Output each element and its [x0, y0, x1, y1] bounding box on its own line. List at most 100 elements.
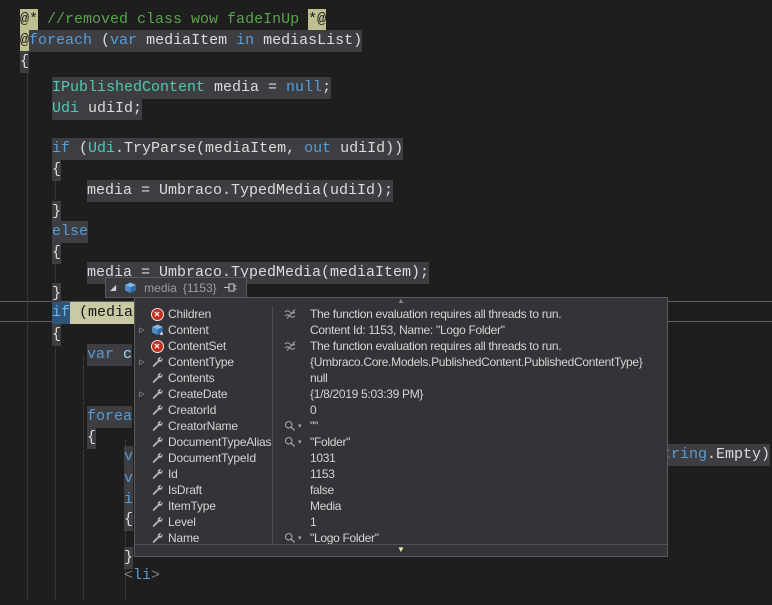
property-name: ContentSet	[165, 339, 226, 353]
code-line[interactable]: if (Udi.TryParse(mediaItem, out udiId))	[52, 138, 403, 159]
code-line[interactable]: media = Umbraco.TypedMedia(udiId);	[87, 180, 393, 201]
code-segment: v	[124, 468, 133, 490]
code-line[interactable]: {	[52, 324, 61, 345]
code-line[interactable]: {	[124, 509, 133, 530]
property-icon-slot	[149, 388, 165, 401]
property-value: 1031	[310, 451, 336, 465]
property-icon-slot	[149, 532, 165, 545]
property-wrench-icon	[151, 388, 164, 401]
code-line[interactable]: }	[52, 201, 61, 222]
value-icon-slot[interactable]: ▾	[284, 532, 310, 544]
magnifier-icon: ▾	[284, 436, 302, 448]
code-segment: in	[236, 30, 254, 52]
datatip-row[interactable]: ✕ChildrenThe function evaluation require…	[135, 306, 667, 322]
property-wrench-icon	[151, 516, 164, 529]
code-line[interactable]: v	[124, 446, 133, 467]
property-value: false	[310, 483, 334, 497]
code-line[interactable]: @* //removed class wow fadeInUp *@	[20, 9, 326, 30]
datatip-row[interactable]: DocumentTypeAlias▾"Folder"	[135, 434, 667, 450]
expand-arrow-icon[interactable]: ▷	[135, 390, 149, 398]
property-name-cell: DocumentTypeAlias	[135, 435, 272, 449]
property-name: DocumentTypeAlias	[165, 435, 271, 449]
value-icon-slot[interactable]: ▾	[284, 420, 310, 432]
code-line[interactable]: {	[52, 159, 61, 180]
datatip-row[interactable]: IsDraft false	[135, 482, 667, 498]
error-icon: ✕	[151, 340, 164, 353]
datatip-popup[interactable]: ▲ ✕ChildrenThe function evaluation requi…	[134, 297, 668, 557]
code-line[interactable]: @foreach (var mediaItem in mediasList)	[20, 30, 362, 51]
code-segment: {	[20, 51, 29, 73]
datatip-row[interactable]: ▷ CreateDate {1/8/2019 5:03:39 PM}	[135, 386, 667, 402]
code-segment: Udi	[88, 138, 115, 160]
datatip-row[interactable]: ▷ContentType{Umbraco.Core.Models.Publish…	[135, 354, 667, 370]
value-icon-slot[interactable]: ▾	[284, 436, 310, 448]
property-wrench-icon	[151, 404, 164, 417]
property-name: ItemType	[165, 499, 216, 513]
code-line[interactable]: <li>	[124, 565, 160, 586]
datatip-row[interactable]: Level1	[135, 514, 667, 530]
code-line[interactable]: tring.Empty)	[662, 444, 770, 465]
code-segment: udiId;	[79, 98, 142, 120]
code-line[interactable]: i	[124, 489, 133, 510]
datatip-expander-icon[interactable]: ◢	[110, 283, 116, 292]
code-line[interactable]: var c	[87, 344, 132, 365]
code-segment: {	[52, 242, 61, 264]
scroll-down-arrow[interactable]: ▼	[135, 544, 667, 556]
property-name: Contents	[165, 371, 214, 385]
code-segment: out	[304, 138, 331, 160]
code-line[interactable]: IPublishedContent media = null;	[52, 77, 331, 98]
datatip-row[interactable]: Id1153	[135, 466, 667, 482]
expand-arrow-icon[interactable]: ▷	[135, 358, 149, 366]
code-line[interactable]: {	[20, 51, 29, 72]
property-value: 0	[310, 403, 316, 417]
property-icon-slot	[149, 436, 165, 449]
datatip-row[interactable]: DocumentTypeId 1031	[135, 450, 667, 466]
code-line[interactable]: {	[52, 242, 61, 263]
property-value: {1/8/2019 5:03:39 PM}	[310, 387, 423, 401]
datatip-row[interactable]: ItemTypeMedia	[135, 498, 667, 514]
code-segment: .TryParse(mediaItem,	[115, 138, 304, 160]
property-wrench-icon	[151, 532, 164, 545]
property-wrench-icon	[151, 356, 164, 369]
property-name: CreateDate	[165, 387, 227, 401]
pin-icon	[223, 281, 238, 294]
code-editor[interactable]: @* //removed class wow fadeInUp *@@forea…	[0, 0, 772, 605]
property-wrench-icon	[151, 452, 164, 465]
code-segment: Udi	[52, 98, 79, 120]
code-line[interactable]: else	[52, 221, 88, 242]
code-line[interactable]: {	[87, 427, 96, 448]
code-segment: ;	[322, 77, 331, 99]
datatip-row[interactable]: ✕ContentSetThe function evaluation requi…	[135, 338, 667, 354]
property-value-cell: 1031	[272, 451, 667, 465]
datatip-header[interactable]: ◢ media {1153}	[105, 277, 247, 298]
expand-arrow-icon[interactable]: ▷	[135, 326, 149, 334]
property-value-cell: 1	[272, 515, 667, 529]
code-line[interactable]: v	[124, 468, 133, 489]
pin-icon[interactable]	[223, 281, 238, 294]
code-line[interactable]: Udi udiId;	[52, 98, 142, 119]
scroll-up-arrow[interactable]: ▲	[135, 298, 667, 306]
code-segment: li	[133, 565, 151, 587]
property-name: Content	[165, 323, 209, 337]
datatip-rows: ✕ChildrenThe function evaluation require…	[135, 306, 667, 546]
magnifier-icon: ▾	[284, 420, 302, 432]
code-line[interactable]: forea	[87, 406, 132, 427]
code-segment: forea	[87, 406, 132, 428]
property-name: Name	[165, 531, 199, 545]
property-name-cell: IsDraft	[135, 483, 272, 497]
property-name: DocumentTypeId	[165, 451, 256, 465]
code-segment: if	[52, 302, 70, 324]
property-value-cell: The function evaluation requires all thr…	[272, 307, 667, 321]
property-name: Id	[165, 467, 178, 481]
datatip-row[interactable]: CreatorId0	[135, 402, 667, 418]
property-name: CreatorName	[165, 419, 238, 433]
property-value-cell: null	[272, 371, 667, 385]
code-line[interactable]: }	[52, 283, 61, 304]
property-wrench-icon	[151, 372, 164, 385]
datatip-row[interactable]: ▷ContentContent Id: 1153, Name: "Logo Fo…	[135, 322, 667, 338]
property-value-cell: 0	[272, 403, 667, 417]
property-icon-slot	[149, 372, 165, 385]
datatip-row[interactable]: CreatorName▾""	[135, 418, 667, 434]
datatip-row[interactable]: Contents null	[135, 370, 667, 386]
property-value: The function evaluation requires all thr…	[310, 307, 561, 321]
